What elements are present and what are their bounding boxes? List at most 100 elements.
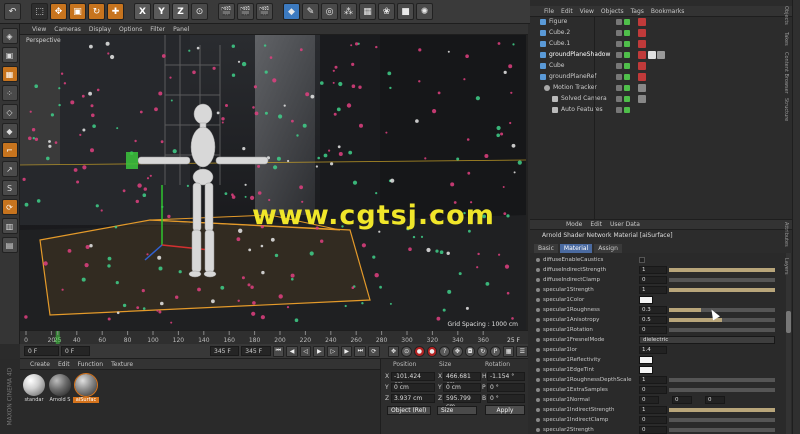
size-mode-dropdown[interactable]: Size (437, 406, 477, 415)
animation-key-icon[interactable] (536, 418, 540, 422)
next-key-icon[interactable]: ▶ (340, 345, 353, 357)
mat-menu-function[interactable]: Function (78, 361, 104, 368)
cube-primitive-icon[interactable]: ◆ (283, 3, 300, 20)
param-value-field[interactable]: 0.5 (639, 316, 667, 324)
move-tool-icon[interactable]: ✥ (50, 3, 67, 20)
visibility-flags[interactable] (616, 85, 630, 91)
param-slider[interactable] (669, 388, 775, 392)
x-axis-lock-button[interactable]: X (134, 3, 151, 20)
recent-tool-icon[interactable]: ✚ (107, 3, 124, 20)
obj-menu-objects[interactable]: Objects (601, 8, 624, 15)
param-value-field[interactable]: 0 (639, 276, 667, 284)
param-value-field[interactable]: 0 (639, 426, 667, 434)
param-row[interactable]: specular1Normal 0 0 0 (530, 395, 792, 405)
animation-key-icon[interactable] (536, 278, 540, 282)
animation-key-icon[interactable] (536, 288, 540, 292)
animation-key-icon[interactable] (536, 338, 540, 342)
compositing-tag-icon[interactable] (638, 40, 646, 48)
y-axis-lock-button[interactable]: Y (153, 3, 170, 20)
point-level-anim-icon[interactable]: ▦ (502, 345, 515, 357)
param-row[interactable]: specular2Strength 0 (530, 425, 792, 434)
dock-tab-attributes[interactable]: Attributes (783, 222, 789, 247)
param-value-field[interactable]: 1 (639, 406, 667, 414)
render-settings-icon[interactable]: 🎬 (256, 3, 273, 20)
param-row[interactable]: specular1RoughnessDepthScale 1 (530, 375, 792, 385)
param-row[interactable]: specular1Roughness 0.3 (530, 305, 792, 315)
dock-tab-layers[interactable]: Layers (783, 258, 789, 275)
visibility-flags[interactable] (616, 19, 630, 25)
prev-frame-icon[interactable]: ◁ (299, 345, 312, 357)
viewport-menu-options[interactable]: Options (119, 26, 142, 33)
position-z-field[interactable]: 3.937 cm (391, 394, 435, 403)
rotation-h-field[interactable]: -1.154 ° (487, 372, 525, 381)
param-slider[interactable] (669, 268, 775, 272)
attr-menu-edit[interactable]: Edit (590, 221, 602, 228)
param-value-field[interactable]: 1 (639, 266, 667, 274)
points-mode-icon[interactable]: ⁘ (1, 85, 18, 101)
compositing-tag-icon[interactable] (638, 29, 646, 37)
material-item[interactable]: standar (22, 374, 46, 403)
rotation-key-icon[interactable]: ↻ (477, 345, 489, 357)
param-color-swatch[interactable] (639, 366, 653, 374)
material-tag-icon[interactable] (648, 51, 656, 59)
live-selection-icon[interactable]: ⬚ (31, 3, 48, 20)
size-y-field[interactable]: 0 cm (443, 383, 481, 392)
attr-menu-mode[interactable]: Mode (566, 221, 582, 228)
param-value-field[interactable]: 0 (639, 386, 667, 394)
param-slider[interactable] (669, 418, 775, 422)
parameter-key-icon[interactable]: P (490, 345, 501, 357)
dock-tab-objects[interactable]: Objects (783, 6, 789, 25)
visibility-flags[interactable] (616, 96, 630, 102)
animation-key-icon[interactable] (536, 398, 540, 402)
locked-workplane-icon[interactable]: ▥ (1, 218, 18, 234)
param-slider[interactable] (669, 378, 775, 382)
timeline-ruler[interactable]: 0 20 25 40 60 80 100 120 140 160 180 200 220 240 260 28… (20, 330, 528, 345)
viewport-menu-cameras[interactable]: Cameras (54, 26, 81, 33)
render-view-icon[interactable]: 🎬 (218, 3, 235, 20)
keyframe-selection-icon[interactable]: ? (439, 345, 451, 357)
position-y-field[interactable]: 0 cm (391, 383, 435, 392)
timeline-menu-icon[interactable]: ☰ (516, 345, 529, 357)
param-value-field[interactable]: 1.4 (639, 346, 667, 354)
camera-icon[interactable]: ■ (397, 3, 414, 20)
perspective-viewport[interactable]: Perspective Grid Spacing : 1000 cm www.c… (20, 35, 528, 330)
param-value-field[interactable]: 1 (639, 376, 667, 384)
param-slider[interactable] (669, 408, 775, 412)
tab-assign[interactable]: Assign (594, 244, 622, 253)
param-row[interactable]: specular1IndirectClamp 0 (530, 415, 792, 425)
param-row[interactable]: diffuseIndirectClamp 0 (530, 275, 792, 285)
dock-tab-takes[interactable]: Takes (783, 32, 789, 46)
position-key-icon[interactable]: ✥ (452, 345, 463, 357)
param-row[interactable]: specular1ExtraSamples 0 (530, 385, 792, 395)
autokey-icon[interactable]: ● (426, 345, 438, 357)
environment-icon[interactable]: ❀ (378, 3, 395, 20)
next-frame-icon[interactable]: ▷ (327, 345, 339, 357)
animation-key-icon[interactable] (536, 368, 540, 372)
dock-tab-structure[interactable]: Structure (783, 98, 789, 121)
tab-material[interactable]: Material (559, 244, 593, 253)
camera-tag-icon[interactable] (638, 95, 646, 103)
param-slider[interactable] (669, 308, 775, 312)
compositing-tag-icon[interactable] (638, 51, 646, 59)
record-active-icon[interactable]: ● (413, 345, 425, 357)
size-z-field[interactable]: 595.799 cm (443, 394, 481, 410)
compositing-tag-icon[interactable] (638, 73, 646, 81)
obj-menu-bookmarks[interactable]: Bookmarks (651, 8, 685, 15)
start-frame-field[interactable]: 0 F (24, 346, 60, 356)
param-row[interactable]: specular1Rotation 0 (530, 325, 792, 335)
param-vector-y[interactable]: 0 (672, 396, 692, 404)
grid-icon[interactable]: ▤ (1, 237, 18, 253)
animation-key-icon[interactable] (536, 298, 540, 302)
material-item[interactable]: Arnold S (48, 374, 72, 403)
coordinate-mode-dropdown[interactable]: Object (Rel) (387, 406, 431, 415)
animation-key-icon[interactable] (536, 388, 540, 392)
animation-key-icon[interactable] (536, 428, 540, 432)
param-slider[interactable] (669, 288, 775, 292)
param-row[interactable]: specular1Strength 1 (530, 285, 792, 295)
visibility-flags[interactable] (616, 63, 630, 69)
object-row-cube-2[interactable]: Cube.2 (530, 28, 792, 38)
tweak-mode-icon[interactable]: ↗ (1, 161, 18, 177)
param-row[interactable]: diffuseIndirectStrength 1 (530, 265, 792, 275)
size-x-field[interactable]: 466.681 cm (443, 372, 481, 388)
param-slider[interactable] (669, 318, 775, 322)
